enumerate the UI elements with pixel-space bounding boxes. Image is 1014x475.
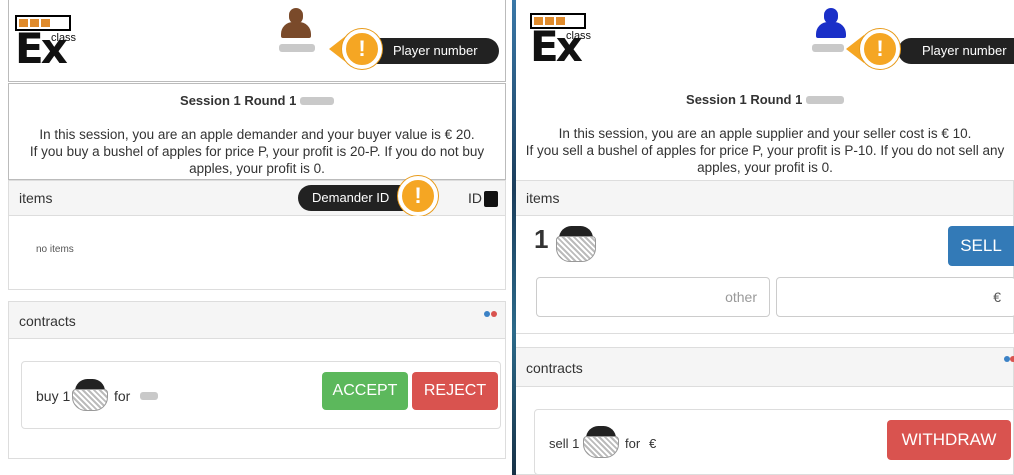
apple-basket-icon (581, 422, 621, 462)
session-description: In this session, you are an apple suppli… (516, 125, 1014, 176)
contract-buy-text: buy 1 (36, 388, 71, 404)
contracts-header: contracts (526, 360, 583, 376)
logo-ex-text: Ex (15, 24, 68, 73)
logo-ex-text: Ex (530, 22, 583, 71)
contract-sell-text: sell 1 (549, 436, 580, 451)
session-description: In this session, you are an apple demand… (9, 126, 505, 177)
withdraw-button[interactable]: WITHDRAW (887, 420, 1011, 460)
no-items-text: no items (36, 244, 74, 255)
player-number-value (279, 44, 315, 52)
contract-currency: € (649, 436, 657, 451)
session-info: Session 1 Round 1 In this session, you a… (8, 83, 506, 180)
classex-logo: class Ex (530, 13, 592, 71)
accept-button[interactable]: ACCEPT (322, 372, 408, 410)
session-line-1: In this session, you are an apple demand… (39, 127, 475, 142)
item-count: 1 (534, 224, 549, 254)
sell-button[interactable]: SELL (948, 226, 1014, 266)
contract-row: sell 1 for € WITHDRAW (534, 409, 1014, 475)
price-input[interactable]: € (776, 277, 1014, 317)
session-line-2: If you sell a bushel of apples for price… (525, 143, 1005, 175)
items-panel-header: items (516, 180, 1014, 216)
session-title: Session 1 Round 1 (516, 92, 1014, 107)
header: class Ex Player number ! (8, 0, 506, 82)
header: class Ex Player number ! (522, 0, 1014, 82)
warning-icon: ! (342, 29, 382, 69)
status-dot-blue (484, 311, 490, 317)
contract-for-text: for (114, 388, 131, 404)
player-avatar-icon (816, 8, 846, 42)
apple-basket-icon (70, 375, 110, 415)
id-value (484, 191, 498, 207)
items-panel-body: no items (8, 216, 506, 290)
other-placeholder: other (725, 289, 757, 305)
contract-row: buy 1 for ACCEPT REJECT (21, 361, 501, 429)
euro-symbol: € (993, 289, 1001, 305)
id-label: ID (468, 190, 482, 206)
reject-button[interactable]: REJECT (412, 372, 498, 410)
contracts-panel-header: contracts (8, 301, 506, 339)
demander-screen: class Ex Player number ! Session 1 Round… (0, 0, 514, 475)
classex-logo: class Ex (15, 15, 77, 73)
session-title: Session 1 Round 1 (9, 93, 505, 108)
warning-icon: ! (398, 176, 438, 216)
warning-icon: ! (860, 29, 900, 69)
items-header: items (19, 190, 53, 206)
player-number-tooltip: Player number (898, 38, 1014, 64)
status-dot-red (491, 311, 497, 317)
session-info: Session 1 Round 1 In this session, you a… (516, 83, 1014, 180)
other-price-input[interactable]: other (536, 277, 770, 317)
status-dot-red (1010, 356, 1014, 362)
player-number-value (812, 44, 844, 52)
items-panel-body: 1 SELL other € (516, 216, 1014, 334)
contracts-panel-body: sell 1 for € WITHDRAW (516, 387, 1014, 475)
supplier-screen: class Ex Player number ! Session 1 Round… (516, 0, 1014, 475)
session-line-1: In this session, you are an apple suppli… (558, 126, 972, 141)
contracts-panel-body: buy 1 for ACCEPT REJECT (8, 339, 506, 459)
contracts-header: contracts (19, 313, 76, 329)
apple-basket-icon (554, 222, 598, 266)
round-value (299, 97, 334, 105)
player-avatar-icon (281, 8, 311, 42)
contract-for-text: for (625, 436, 641, 451)
session-line-2: If you buy a bushel of apples for price … (29, 144, 485, 176)
contract-price-value (140, 392, 158, 400)
contracts-panel-header: contracts (516, 347, 1014, 387)
items-header: items (526, 190, 560, 206)
round-value (805, 96, 844, 104)
